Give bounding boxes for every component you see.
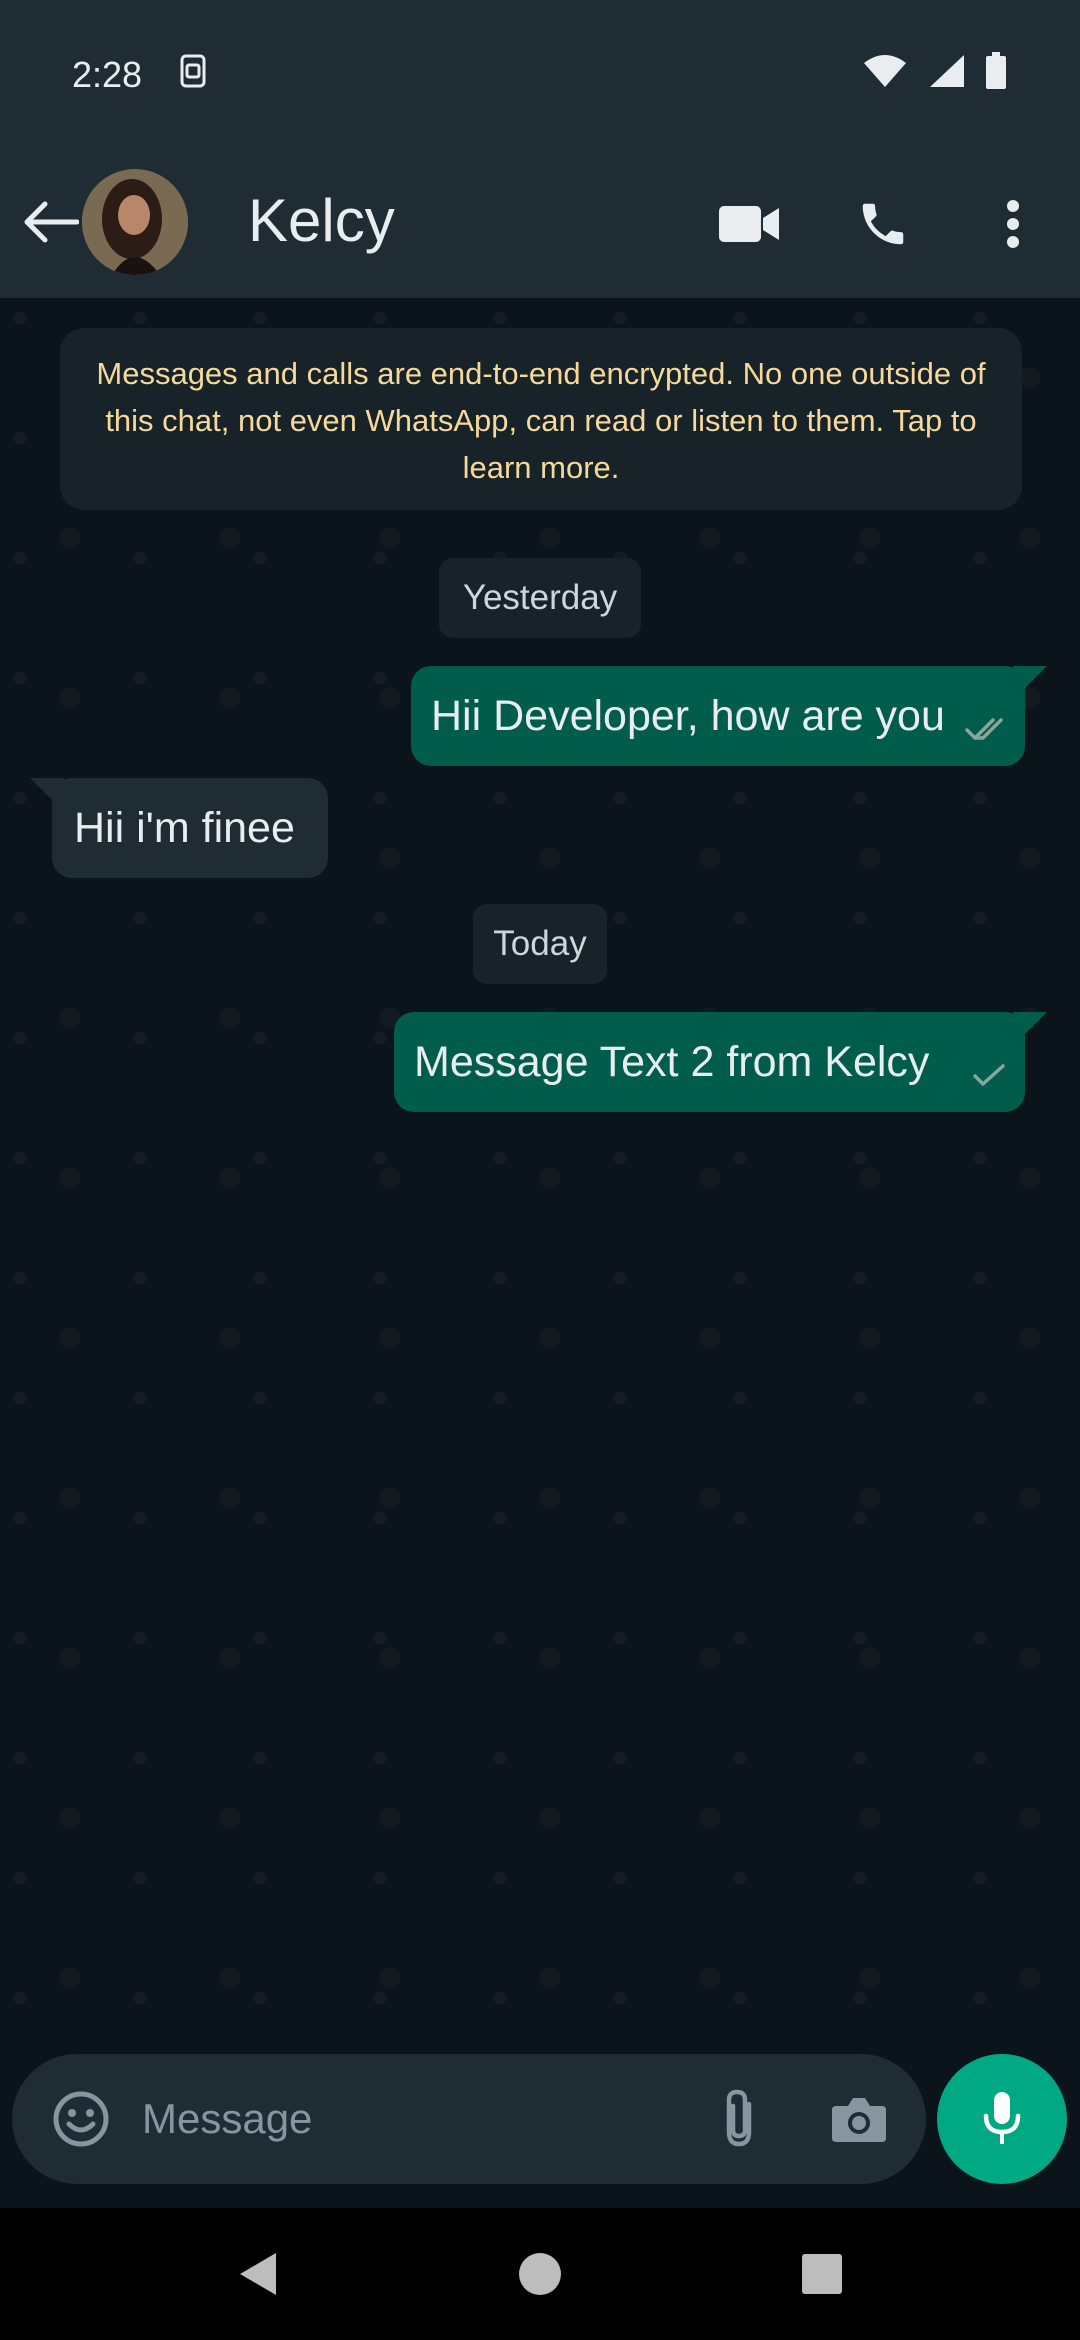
attach-icon bbox=[726, 2089, 752, 2147]
message-input[interactable] bbox=[142, 2084, 662, 2154]
more-options-button[interactable] bbox=[975, 186, 1051, 262]
nav-home-button[interactable] bbox=[510, 2244, 570, 2304]
nav-recents-button[interactable] bbox=[792, 2244, 852, 2304]
camera-button[interactable] bbox=[826, 2086, 892, 2152]
status-bar: 2:28 bbox=[0, 0, 1080, 150]
contact-name[interactable]: Kelcy bbox=[248, 186, 395, 255]
avatar[interactable] bbox=[82, 169, 188, 275]
single-check-icon bbox=[973, 1064, 1005, 1086]
sim-icon bbox=[178, 53, 208, 98]
signal-icon bbox=[926, 53, 966, 98]
system-nav-bar bbox=[0, 2208, 1080, 2340]
incoming-message[interactable]: Hii i'm finee bbox=[30, 778, 328, 878]
message-text: Hii Developer, how are you bbox=[431, 691, 945, 740]
message-composer bbox=[12, 2054, 926, 2184]
bubble-tail bbox=[1013, 666, 1047, 700]
message-text: Hii i'm finee bbox=[74, 803, 295, 852]
emoji-icon bbox=[53, 2091, 109, 2147]
outgoing-message[interactable]: Message Text 2 from Kelcy bbox=[394, 1012, 1047, 1112]
phone-icon bbox=[862, 203, 904, 245]
double-check-icon bbox=[965, 718, 1003, 740]
date-divider-yesterday: Yesterday bbox=[439, 558, 641, 638]
nav-back-button[interactable] bbox=[228, 2244, 288, 2304]
nav-back-icon bbox=[240, 2253, 276, 2295]
outgoing-message[interactable]: Hii Developer, how are you bbox=[411, 666, 1047, 766]
back-arrow-icon bbox=[24, 201, 79, 243]
encryption-notice[interactable]: Messages and calls are end-to-end encryp… bbox=[60, 328, 1022, 510]
video-call-icon bbox=[719, 206, 779, 242]
message-text: Message Text 2 from Kelcy bbox=[414, 1037, 930, 1086]
nav-home-icon bbox=[519, 2253, 561, 2295]
mic-icon bbox=[983, 2092, 1021, 2144]
emoji-button[interactable] bbox=[48, 2086, 114, 2152]
avatar-photo bbox=[82, 169, 188, 275]
chat-header: Kelcy bbox=[0, 150, 1080, 298]
video-call-button[interactable] bbox=[712, 186, 788, 262]
voice-message-button[interactable] bbox=[937, 2054, 1067, 2184]
back-button[interactable] bbox=[18, 190, 82, 254]
more-options-icon bbox=[1007, 200, 1019, 248]
status-left: 2:28 bbox=[72, 53, 208, 98]
attach-button[interactable] bbox=[706, 2086, 772, 2152]
voice-call-button[interactable] bbox=[845, 186, 921, 262]
bubble-tail bbox=[1013, 1012, 1047, 1046]
nav-recents-icon bbox=[802, 2254, 842, 2294]
status-time: 2:28 bbox=[72, 54, 143, 95]
date-divider-today: Today bbox=[473, 904, 607, 984]
wifi-icon bbox=[862, 53, 908, 98]
battery-icon bbox=[984, 51, 1008, 99]
camera-icon bbox=[832, 2098, 886, 2142]
bubble-tail bbox=[30, 778, 64, 812]
status-right bbox=[862, 51, 1008, 99]
